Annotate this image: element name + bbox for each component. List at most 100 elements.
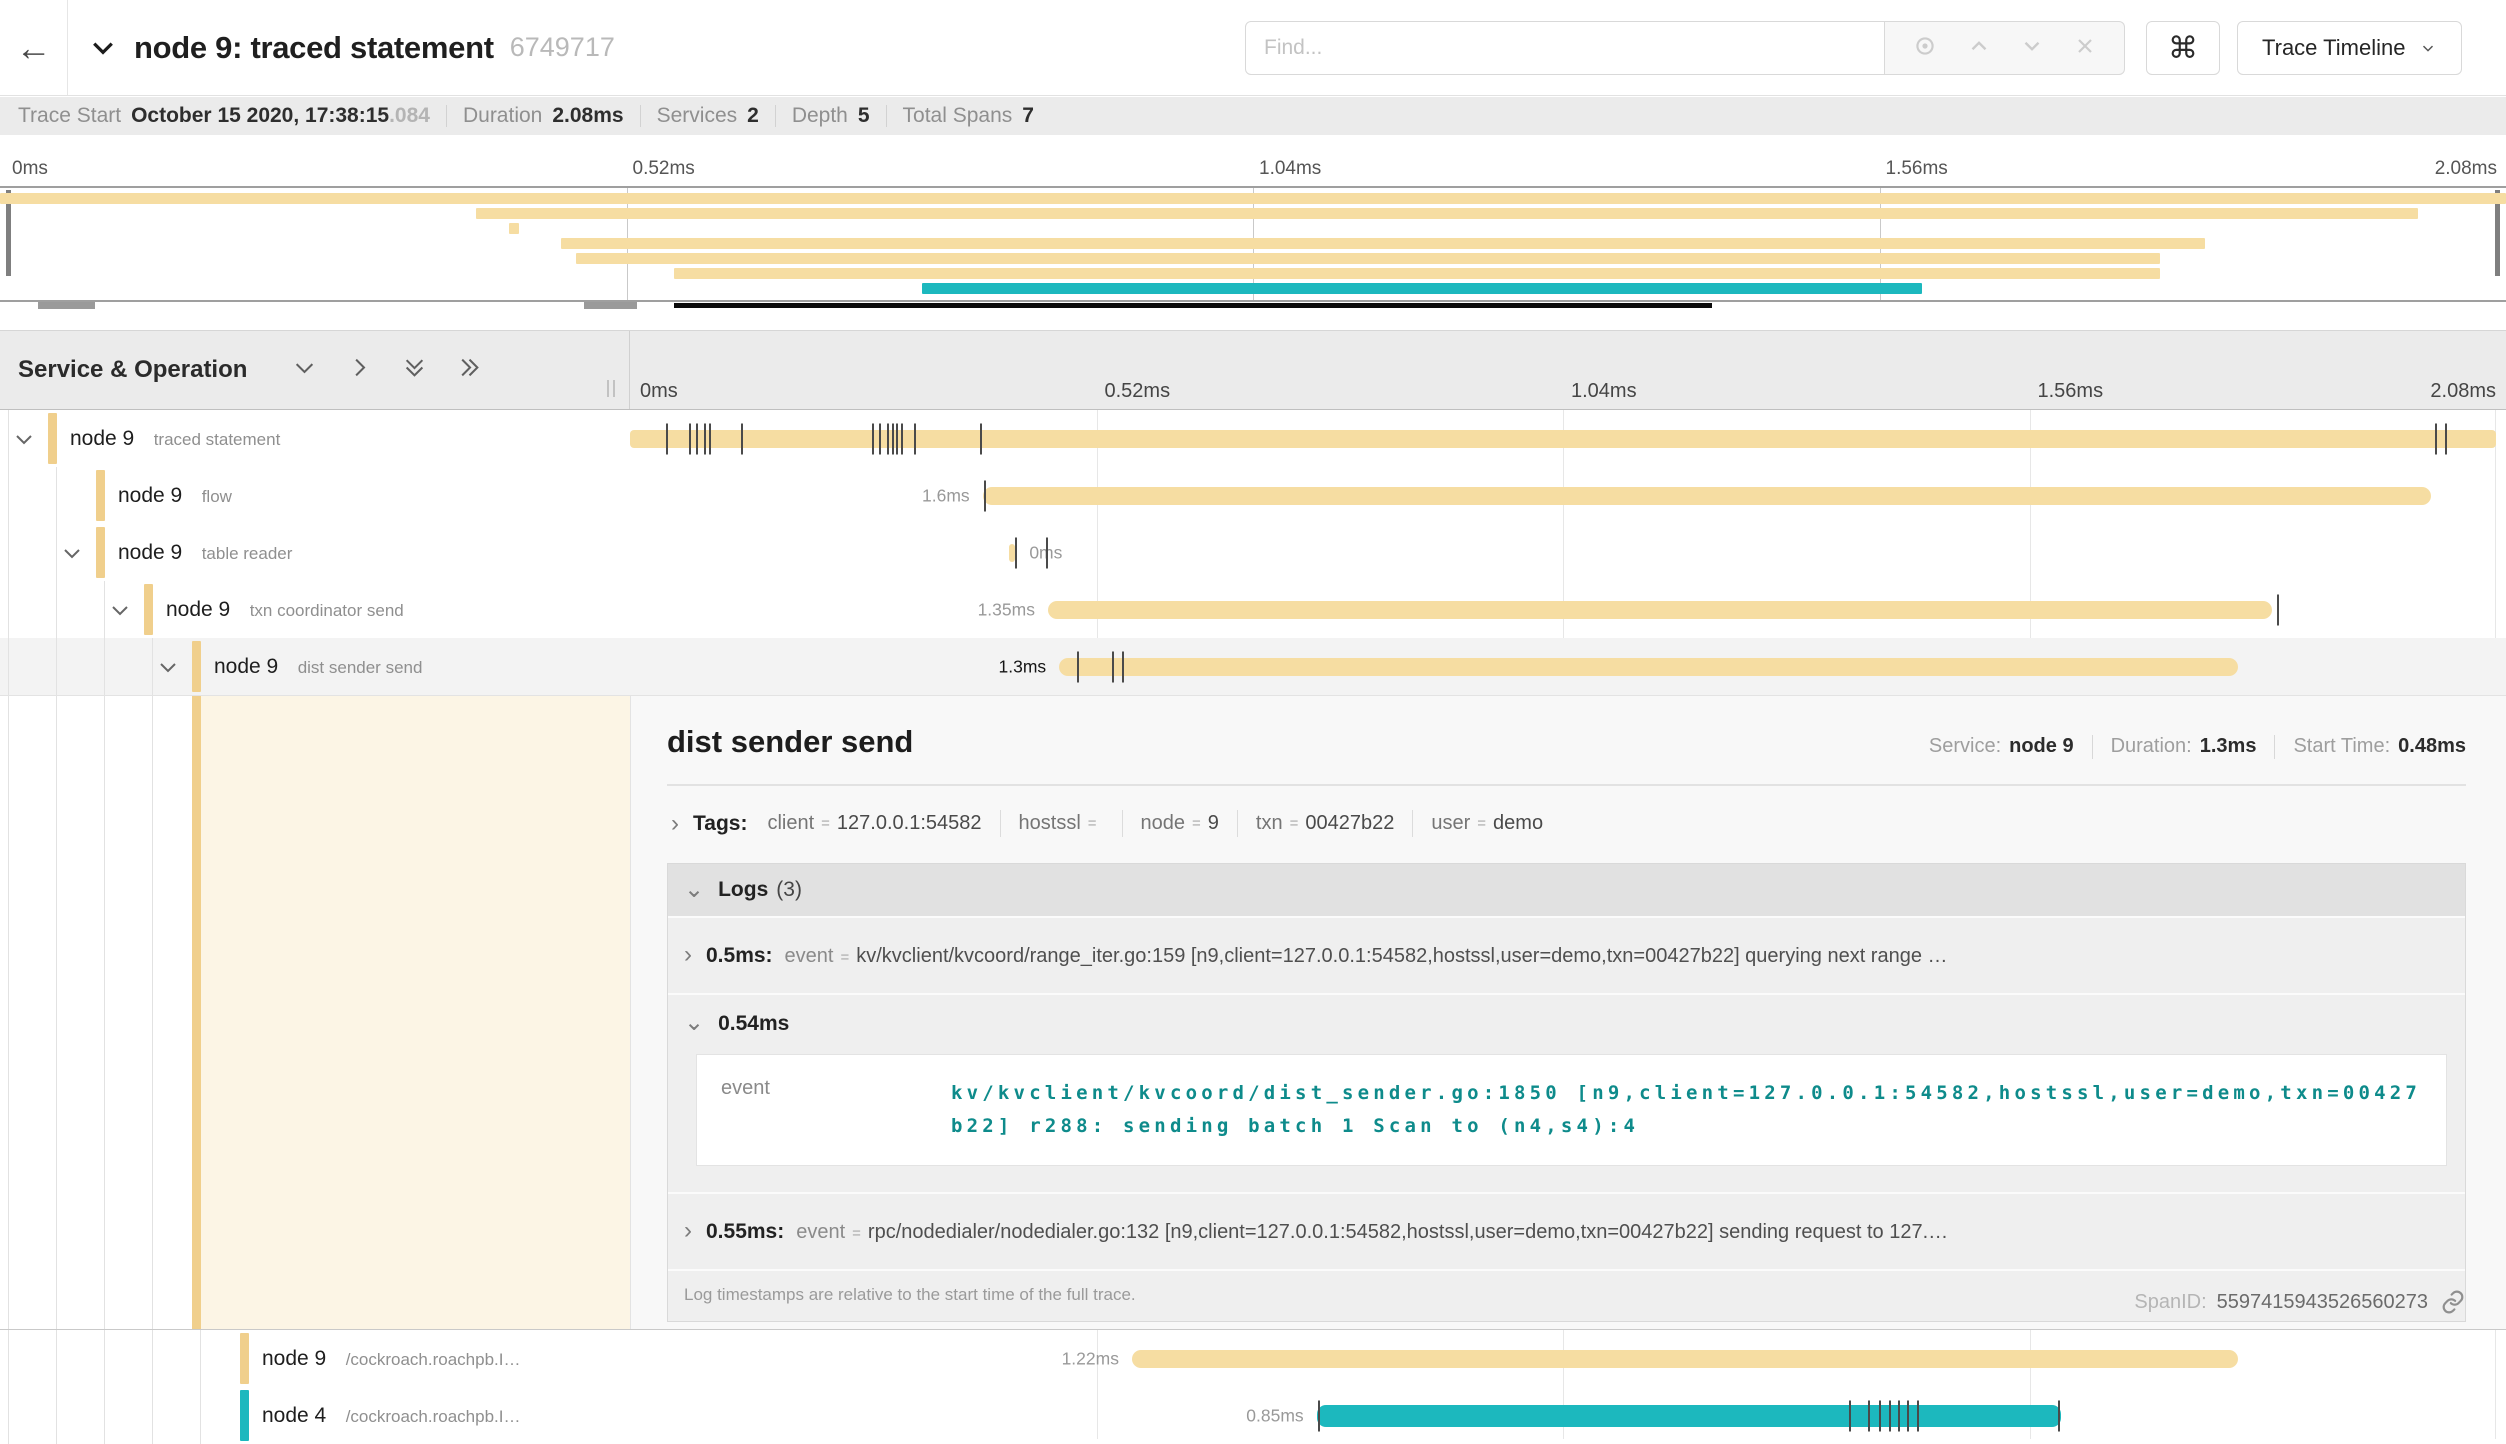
span-operation: /cockroach.roachpb.I… bbox=[346, 1350, 521, 1369]
span-bar-lane[interactable]: 0ms bbox=[630, 524, 2496, 581]
tags-accordion[interactable]: › Tags: client = 127.0.0.1:54582 hostssl… bbox=[667, 810, 2466, 837]
column-resizer-handle[interactable] bbox=[607, 380, 615, 397]
start-time-meta-label: Start Time: bbox=[2293, 735, 2390, 758]
start-time-meta-value: 0.48ms bbox=[2398, 735, 2466, 758]
chevron-right-icon: › bbox=[671, 812, 679, 836]
view-selector-label: Trace Timeline bbox=[2262, 35, 2405, 61]
span-bar-lane[interactable]: 1.3ms bbox=[630, 638, 2496, 695]
timeline-tick: 0.52ms bbox=[1105, 380, 1171, 403]
equals-sign: = bbox=[1290, 815, 1299, 832]
log-field-value: kv/kvclient/kvcoord/dist_sender.go:1850 … bbox=[951, 1077, 2422, 1143]
command-icon: ⌘ bbox=[2168, 31, 2198, 66]
tag-key: client bbox=[767, 812, 814, 835]
log-tick-marks bbox=[630, 524, 2496, 581]
span-detail-indent-column bbox=[0, 696, 630, 1329]
span-color-bar bbox=[96, 470, 105, 521]
span-color-bar bbox=[144, 584, 153, 635]
tag-key: hostssl bbox=[1019, 812, 1081, 835]
scrub-handle[interactable] bbox=[584, 302, 637, 309]
back-button[interactable]: ← bbox=[0, 0, 68, 95]
span-rows: node 9 traced statement node 9 flow 1.6m… bbox=[0, 410, 2506, 1439]
chevron-down-icon bbox=[2419, 39, 2437, 57]
chevron-down-icon: ⌄ bbox=[684, 1011, 704, 1035]
span-bar-lane[interactable] bbox=[630, 410, 2496, 467]
span-row-table-reader[interactable]: node 9 table reader 0ms bbox=[0, 524, 2506, 581]
log-entry-header[interactable]: ⌄ 0.54ms bbox=[684, 1011, 2449, 1036]
equals-sign: = bbox=[1477, 815, 1486, 832]
span-color-stripe bbox=[192, 696, 201, 1329]
log-tick-marks bbox=[630, 1387, 2496, 1444]
tag-value: 00427b22 bbox=[1305, 812, 1394, 835]
scrub-selected-range[interactable] bbox=[674, 303, 1711, 308]
collapse-one-chevron-down-icon[interactable] bbox=[291, 354, 318, 386]
log-entry-collapsed[interactable]: › 0.5ms: event = kv/kvclient/kvcoord/ran… bbox=[668, 918, 2465, 993]
tag-key: node bbox=[1141, 812, 1186, 835]
total-spans-value: 7 bbox=[1022, 104, 1034, 128]
span-bar-lane[interactable]: 0.85ms bbox=[630, 1387, 2496, 1444]
span-color-bar bbox=[96, 527, 105, 578]
locate-icon[interactable] bbox=[1912, 33, 1938, 64]
log-tick-marks bbox=[630, 581, 2496, 638]
span-detail-section: dist sender send Service: node 9 Duratio… bbox=[0, 695, 2506, 1330]
services-value: 2 bbox=[747, 104, 759, 128]
equals-sign: = bbox=[1088, 815, 1097, 832]
span-row-txn-coordinator-send[interactable]: node 9 txn coordinator send 1.35ms bbox=[0, 581, 2506, 638]
span-id-value: 5597415943526560273 bbox=[2217, 1291, 2428, 1314]
keyboard-shortcuts-button[interactable]: ⌘ bbox=[2146, 21, 2220, 75]
chevron-down-icon[interactable] bbox=[108, 598, 132, 622]
minimap-tick: 2.08ms bbox=[2435, 158, 2497, 180]
view-selector-button[interactable]: Trace Timeline bbox=[2237, 21, 2462, 75]
tag-key: user bbox=[1431, 812, 1470, 835]
chevron-down-icon[interactable] bbox=[12, 427, 36, 451]
log-field-key: event bbox=[721, 1077, 951, 1143]
link-icon[interactable] bbox=[2440, 1289, 2466, 1315]
minimap-scrub-track[interactable] bbox=[0, 302, 2506, 314]
log-timestamp: 0.5ms: bbox=[706, 944, 773, 968]
tag-key: txn bbox=[1256, 812, 1283, 835]
span-bar-lane[interactable]: 1.22ms bbox=[630, 1330, 2496, 1387]
span-operation: /cockroach.roachpb.I… bbox=[346, 1407, 521, 1426]
span-row-flow[interactable]: node 9 flow 1.6ms bbox=[0, 467, 2506, 524]
clear-find-icon[interactable] bbox=[2073, 34, 2097, 63]
span-row-dist-sender-send[interactable]: node 9 dist sender send 1.3ms bbox=[0, 638, 2506, 695]
span-detail-highlight-column bbox=[201, 696, 630, 1329]
top-bar: ← node 9: traced statement 6749717 ⌘ bbox=[0, 0, 2506, 96]
minimap-tick: 0.52ms bbox=[633, 158, 695, 180]
trace-id: 6749717 bbox=[510, 32, 615, 63]
next-result-chevron-down-icon[interactable] bbox=[2019, 33, 2045, 64]
chevron-down-icon[interactable] bbox=[60, 541, 84, 565]
prev-result-chevron-up-icon[interactable] bbox=[1966, 33, 1992, 64]
equals-sign: = bbox=[840, 949, 849, 966]
timeline-tick: 1.56ms bbox=[2038, 380, 2104, 403]
back-arrow-icon: ← bbox=[16, 30, 52, 66]
span-service: node 4 bbox=[262, 1404, 326, 1427]
scrub-handle[interactable] bbox=[38, 302, 96, 309]
find-input[interactable] bbox=[1245, 21, 1885, 75]
log-field-key: event bbox=[796, 1221, 845, 1244]
collapse-all-double-chevron-down-icon[interactable] bbox=[401, 354, 428, 386]
chevron-down-icon[interactable] bbox=[156, 655, 180, 679]
span-service: node 9 bbox=[118, 541, 182, 564]
span-operation: traced statement bbox=[154, 430, 281, 449]
log-field-key: event bbox=[785, 945, 834, 968]
duration-value: 2.08ms bbox=[552, 104, 623, 128]
log-entry-collapsed[interactable]: › 0.55ms: event = rpc/nodedialer/nodedia… bbox=[668, 1194, 2465, 1269]
log-tick-marks bbox=[630, 467, 2496, 524]
span-bar-lane[interactable]: 1.35ms bbox=[630, 581, 2496, 638]
trace-start-value: October 15 2020, 17:38:15 bbox=[131, 104, 389, 128]
minimap-canvas[interactable] bbox=[0, 186, 2506, 302]
span-row-batch-node9[interactable]: node 9 /cockroach.roachpb.I… 1.22ms bbox=[0, 1330, 2506, 1387]
timeline-tick: 2.08ms bbox=[2430, 380, 2496, 403]
collapse-trace-chevron-down-icon[interactable] bbox=[88, 33, 118, 63]
span-row-traced-statement[interactable]: node 9 traced statement bbox=[0, 410, 2506, 467]
logs-accordion-header[interactable]: ⌄ Logs (3) bbox=[668, 864, 2465, 916]
expand-one-chevron-right-icon[interactable] bbox=[346, 354, 373, 386]
span-row-batch-node4[interactable]: node 4 /cockroach.roachpb.I… 0.85ms bbox=[0, 1387, 2506, 1444]
logs-label: Logs bbox=[718, 878, 768, 902]
expand-all-double-chevron-right-icon[interactable] bbox=[456, 354, 483, 386]
span-bar-lane[interactable]: 1.6ms bbox=[630, 467, 2496, 524]
total-spans-label: Total Spans bbox=[903, 104, 1013, 128]
timeline-tick-labels: 0ms 0.52ms 1.04ms 1.56ms 2.08ms bbox=[630, 331, 2496, 409]
span-color-bar bbox=[240, 1390, 249, 1441]
tag-value: 9 bbox=[1208, 812, 1219, 835]
